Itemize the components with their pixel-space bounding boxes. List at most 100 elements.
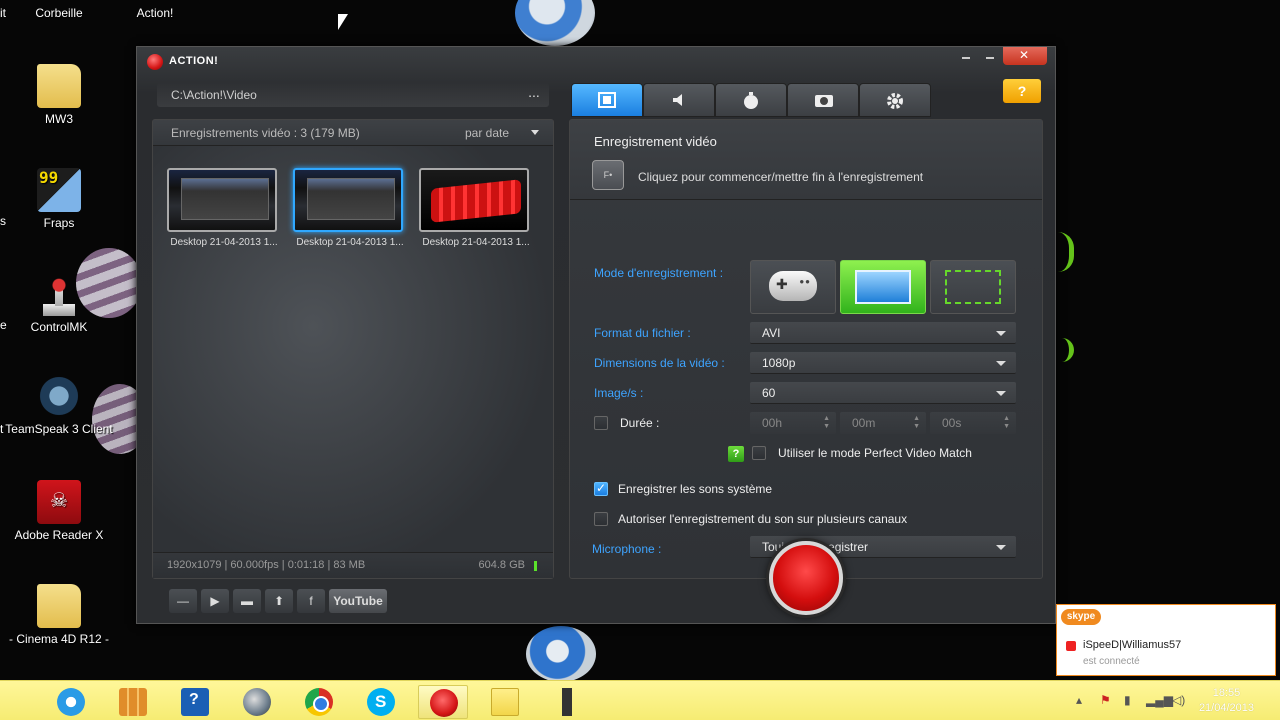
mode-region-button[interactable] <box>930 260 1016 314</box>
desktop-icon-adobe-reader[interactable]: Adobe Reader X <box>4 480 114 542</box>
taskbar-ie[interactable] <box>46 685 96 719</box>
recording-thumbnail-selected[interactable]: Desktop 21-04-2013 1... <box>293 168 407 248</box>
fraps-icon <box>37 168 81 212</box>
tab-screenshot[interactable] <box>787 83 859 117</box>
close-button[interactable] <box>1003 47 1047 65</box>
delete-button[interactable]: — <box>169 589 197 613</box>
hotkey-hint: Cliquez pour commencer/mettre fin à l'en… <box>638 170 924 184</box>
skype-notification[interactable]: skype iSpeeD|Williamus57 est connecté <box>1056 604 1276 676</box>
taskbar-globe[interactable] <box>232 685 282 719</box>
recording-caption: Desktop 21-04-2013 1... <box>422 237 530 248</box>
joystick-icon <box>37 272 81 316</box>
title-bar[interactable]: ACTION! <box>137 47 1055 75</box>
duration-hours[interactable]: 00h ▲ ▼ <box>750 412 836 434</box>
desktop-icon-label: - Cinema 4D R12 - <box>8 632 110 646</box>
mode-desktop-button[interactable] <box>840 260 926 314</box>
help-button[interactable]: ? <box>1003 79 1041 103</box>
clock[interactable]: 18:55 21/04/2013 <box>1199 686 1254 716</box>
desktop-icon-cinema4d[interactable]: - Cinema 4D R12 - <box>4 584 114 646</box>
desktop-icon-controlmk[interactable]: ControlMK <box>4 272 114 334</box>
action-window: ACTION! C:\Action!\Video ... Enregistrem… <box>136 46 1056 624</box>
recording-thumbnail[interactable]: Desktop 21-04-2013 1... <box>419 168 533 248</box>
pvm-checkbox[interactable] <box>752 446 766 460</box>
taskbar-help[interactable] <box>170 685 220 719</box>
desktop-edge-label: e <box>0 318 7 332</box>
volume-icon[interactable]: ◁) <box>1172 693 1185 707</box>
output-path-field[interactable]: C:\Action!\Video ... <box>157 83 549 107</box>
chevron-up-icon[interactable]: ▴ <box>1076 693 1082 707</box>
tab-benchmark[interactable] <box>715 83 787 117</box>
system-sound-checkbox[interactable] <box>594 481 608 496</box>
mode-game-button[interactable] <box>750 260 836 314</box>
desktop-icon-fraps[interactable]: Fraps <box>4 168 114 230</box>
flag-icon[interactable]: ⚑ <box>1100 693 1111 707</box>
video-section-header: Enregistrement vidéo F• Cliquez pour com… <box>570 120 1042 200</box>
chrome-icon <box>305 688 333 716</box>
desktop-icon-teamspeak[interactable]: TeamSpeak 3 Client <box>4 374 114 436</box>
recycle-bin-shortcut[interactable]: Corbeille <box>4 6 114 20</box>
internet-explorer-icon <box>57 688 85 716</box>
chevron-down-icon[interactable] <box>531 130 539 135</box>
desktop-icon-label: MW3 <box>45 112 73 126</box>
duration-seconds[interactable]: 00s ▲ ▼ <box>930 412 1016 434</box>
spinner-arrows-icon[interactable]: ▲ ▼ <box>1003 415 1010 431</box>
action-shortcut[interactable]: Action! <box>100 6 210 20</box>
action-logo-icon <box>147 54 163 70</box>
record-button[interactable] <box>769 541 843 615</box>
battery-icon[interactable]: ▮ <box>1124 693 1131 707</box>
tab-settings[interactable] <box>859 83 931 117</box>
duration-checkbox[interactable] <box>594 416 608 430</box>
size-value: 1080p <box>762 356 796 370</box>
format-select[interactable]: AVI <box>750 322 1016 344</box>
taskbar-skype[interactable] <box>356 685 406 719</box>
hours-value: 00h <box>762 416 783 430</box>
recording-thumbnail[interactable]: Desktop 21-04-2013 1... <box>167 168 281 248</box>
recording-caption: Desktop 21-04-2013 1... <box>170 237 278 248</box>
hotkey-field[interactable]: F• <box>592 160 624 190</box>
taskbar-sticky-notes[interactable] <box>480 685 530 719</box>
tab-audio[interactable] <box>643 83 715 117</box>
youtube-button[interactable]: YouTube <box>329 589 387 613</box>
taskbar-explorer[interactable] <box>108 685 158 719</box>
open-folder-button[interactable]: ▬ <box>233 589 261 613</box>
signal-icon[interactable]: ▂▄▆ <box>1146 693 1173 707</box>
play-button[interactable]: ▶ <box>201 589 229 613</box>
fps-label: Image/s : <box>594 386 644 400</box>
duration-minutes[interactable]: 00m ▲ ▼ <box>840 412 926 434</box>
pvm-help-icon[interactable]: ? <box>728 446 744 462</box>
taskbar-action[interactable] <box>418 685 468 719</box>
pdf-icon <box>37 480 81 524</box>
chevron-down-icon <box>996 545 1006 550</box>
sort-dropdown[interactable]: par date <box>465 126 509 140</box>
tab-video[interactable] <box>571 83 643 117</box>
size-select[interactable]: 1080p <box>750 352 1016 374</box>
taskbar-tool[interactable] <box>542 685 592 719</box>
upload-button[interactable]: ⬆ <box>265 589 293 613</box>
spinner-arrows-icon[interactable]: ▲ ▼ <box>913 415 920 431</box>
spinner-arrows-icon[interactable]: ▲ ▼ <box>823 415 830 431</box>
folder-icon <box>37 64 81 108</box>
clock-time: 18:55 <box>1212 687 1241 699</box>
skype-logo: skype <box>1061 609 1101 625</box>
desktop-icon-label: ControlMK <box>30 320 88 334</box>
wallpaper-sphere <box>515 0 595 46</box>
multichannel-checkbox[interactable] <box>594 512 608 526</box>
skype-status-icon <box>1066 641 1076 651</box>
disk-free-space: 604.8 GB <box>478 559 525 571</box>
contact-name: iSpeeD|Williamus57 <box>1083 639 1182 651</box>
recordings-header: Enregistrements vidéo : 3 (179 MB) par d… <box>153 120 553 146</box>
minimize-button[interactable] <box>955 47 977 65</box>
fps-select[interactable]: 60 <box>750 382 1016 404</box>
gear-icon <box>887 93 903 109</box>
format-value: AVI <box>762 326 781 340</box>
browse-path-button[interactable]: ... <box>519 83 549 107</box>
recordings-panel: Enregistrements vidéo : 3 (179 MB) par d… <box>152 119 554 579</box>
taskbar-chrome[interactable] <box>294 685 344 719</box>
restore-button[interactable] <box>979 47 1001 65</box>
desktop-icon-mw3[interactable]: MW3 <box>4 64 114 126</box>
facebook-button[interactable]: f <box>297 589 325 613</box>
desktop-edge-label: t <box>0 422 4 436</box>
recordings-count: Enregistrements vidéo : 3 (179 MB) <box>171 126 360 140</box>
section-title: Enregistrement vidéo <box>594 134 717 149</box>
speaker-icon <box>673 94 682 106</box>
